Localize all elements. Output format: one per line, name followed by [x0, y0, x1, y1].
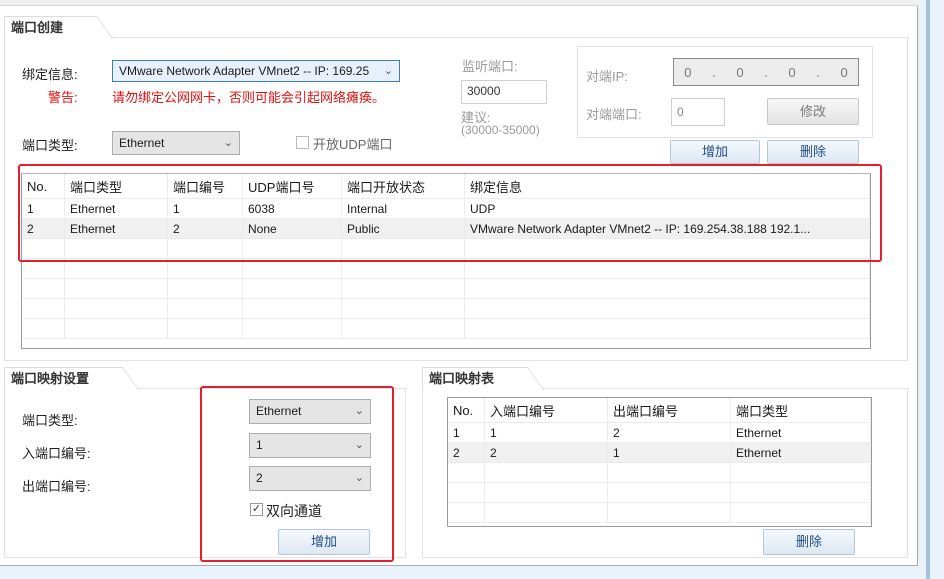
- ip-octet: 0: [684, 64, 692, 80]
- col-in-port[interactable]: 入端口编号: [484, 398, 608, 423]
- table-row[interactable]: 2 2 1 Ethernet: [448, 442, 871, 463]
- cell: Ethernet: [730, 442, 871, 463]
- in-port-label: 入端口编号:: [22, 446, 91, 461]
- peer-port-input[interactable]: 0: [671, 98, 725, 126]
- peer-port-value: 0: [677, 105, 684, 119]
- col-out-port[interactable]: 出端口编号: [607, 398, 731, 423]
- empty-row: [22, 298, 870, 319]
- mapping-settings-tab: 端口映射设置: [4, 367, 120, 389]
- ip-octet: 0: [840, 64, 848, 80]
- delete-mapping-button[interactable]: 删除: [763, 529, 855, 555]
- ip-octet: 0: [788, 64, 796, 80]
- cell: 2: [484, 442, 608, 463]
- listen-port-label: 监听端口:: [462, 59, 518, 74]
- empty-row: [448, 502, 871, 523]
- port-type-value: Ethernet: [119, 136, 165, 150]
- ip-dot: .: [764, 64, 768, 80]
- empty-row: [448, 462, 871, 483]
- cell: 1: [607, 442, 731, 463]
- right-scroll-edge: [918, 0, 944, 579]
- empty-row: [22, 278, 870, 299]
- cell: Ethernet: [730, 422, 871, 443]
- bind-info-select[interactable]: VMware Network Adapter VMnet2 -- IP: 169…: [112, 60, 400, 82]
- ip-dot: .: [816, 64, 820, 80]
- peer-ip-label: 对端IP:: [586, 69, 628, 84]
- warning-text: 请勿绑定公网网卡，否则可能会引起网络瘫痪。: [112, 90, 386, 105]
- cell: 1: [484, 422, 608, 443]
- highlight-box-port-table: [18, 164, 882, 262]
- suggest-range: (30000-35000): [461, 123, 540, 137]
- port-create-tab: 端口创建: [4, 16, 94, 38]
- ip-octet: 0: [736, 64, 744, 80]
- col-no[interactable]: No.: [448, 398, 485, 423]
- listen-port-value: 30000: [467, 84, 501, 98]
- modify-button[interactable]: 修改: [767, 98, 859, 125]
- empty-row: [448, 482, 871, 503]
- listen-port-input[interactable]: 30000: [461, 80, 547, 104]
- cell: 2: [448, 442, 485, 463]
- peer-ip-input[interactable]: 0. 0. 0. 0: [673, 58, 859, 86]
- mapping-table: No. 入端口编号 出端口编号 端口类型 1 1 2 Ethernet 2 2 …: [447, 397, 872, 527]
- cell: 1: [448, 422, 485, 443]
- udp-checkbox-label: 开放UDP端口: [313, 137, 393, 152]
- port-type-label: 端口类型:: [22, 138, 78, 153]
- ip-dot: .: [712, 64, 716, 80]
- udp-checkbox[interactable]: [296, 136, 309, 149]
- port-type-select[interactable]: Ethernet ⌄: [112, 131, 240, 155]
- mapping-table-tab: 端口映射表: [422, 367, 525, 389]
- peer-port-label: 对端端口:: [586, 107, 642, 122]
- delete-port-button[interactable]: 删除: [767, 140, 859, 164]
- cell: 2: [607, 422, 731, 443]
- table-row[interactable]: 1 1 2 Ethernet: [448, 422, 871, 443]
- bind-info-label: 绑定信息:: [22, 67, 78, 82]
- highlight-box-mapping: [200, 386, 394, 562]
- map-port-type-label: 端口类型:: [22, 413, 78, 428]
- col-port-type[interactable]: 端口类型: [730, 398, 871, 423]
- add-port-button[interactable]: 增加: [670, 140, 760, 164]
- chevron-down-icon: ⌄: [223, 137, 233, 149]
- warning-label: 警告:: [48, 90, 78, 105]
- bind-info-value: VMware Network Adapter VMnet2 -- IP: 169…: [119, 64, 370, 78]
- bottom-strip: [0, 566, 918, 579]
- out-port-label: 出端口编号:: [22, 479, 91, 494]
- chevron-down-icon: ⌄: [383, 65, 393, 77]
- empty-row: [22, 318, 870, 339]
